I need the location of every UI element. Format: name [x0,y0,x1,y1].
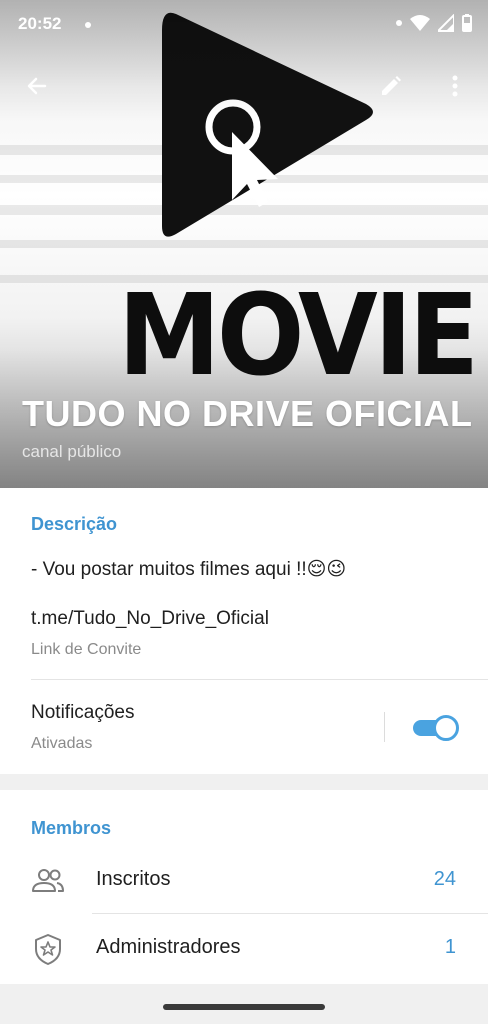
notifications-status: Ativadas [31,735,93,752]
channel-title: TUDO NO DRIVE OFICIAL [22,393,472,434]
edit-button[interactable] [371,66,411,106]
shield-star-icon [35,934,61,965]
invite-link-label: Link de Convite [31,641,142,658]
administrators-row[interactable]: Administradores 1 [0,918,488,978]
channel-header: MOVIE 20:52 TUDO NO DRIVE OFICIAL canal … [0,0,488,488]
signal-icon [438,14,454,32]
divider [31,679,488,680]
more-options-button[interactable] [435,66,475,106]
battery-icon [462,14,472,32]
more-vertical-icon [452,75,458,97]
administrators-label: Administradores [96,936,241,958]
notification-dot-icon [396,20,402,26]
arrow-left-icon [27,77,47,95]
status-time: 20:52 [18,14,62,33]
divider [92,913,488,914]
administrators-count: 1 [444,936,456,958]
subscribers-label: Inscritos [96,868,171,890]
notifications-label[interactable]: Notificações [31,702,135,724]
subscribers-row[interactable]: Inscritos 24 [0,850,488,910]
back-button[interactable] [17,66,57,106]
members-section-title: Membros [31,818,112,838]
notification-dot-icon [85,22,91,28]
divider [384,712,385,742]
pencil-icon [382,76,401,95]
home-gesture-handle[interactable] [163,1004,325,1010]
wifi-icon [410,15,430,31]
status-bar: 20:52 [0,0,488,48]
invite-link[interactable]: t.me/Tudo_No_Drive_Oficial [31,608,269,630]
notifications-toggle[interactable] [413,715,459,741]
description-text[interactable]: - Vou postar muitos filmes aqui !!😌😉 [31,558,346,581]
system-navigation-bar [0,984,488,1024]
channel-type: canal público [22,442,122,461]
description-section-title: Descrição [31,514,118,534]
subscribers-count: 24 [433,868,456,890]
users-icon [32,869,64,892]
